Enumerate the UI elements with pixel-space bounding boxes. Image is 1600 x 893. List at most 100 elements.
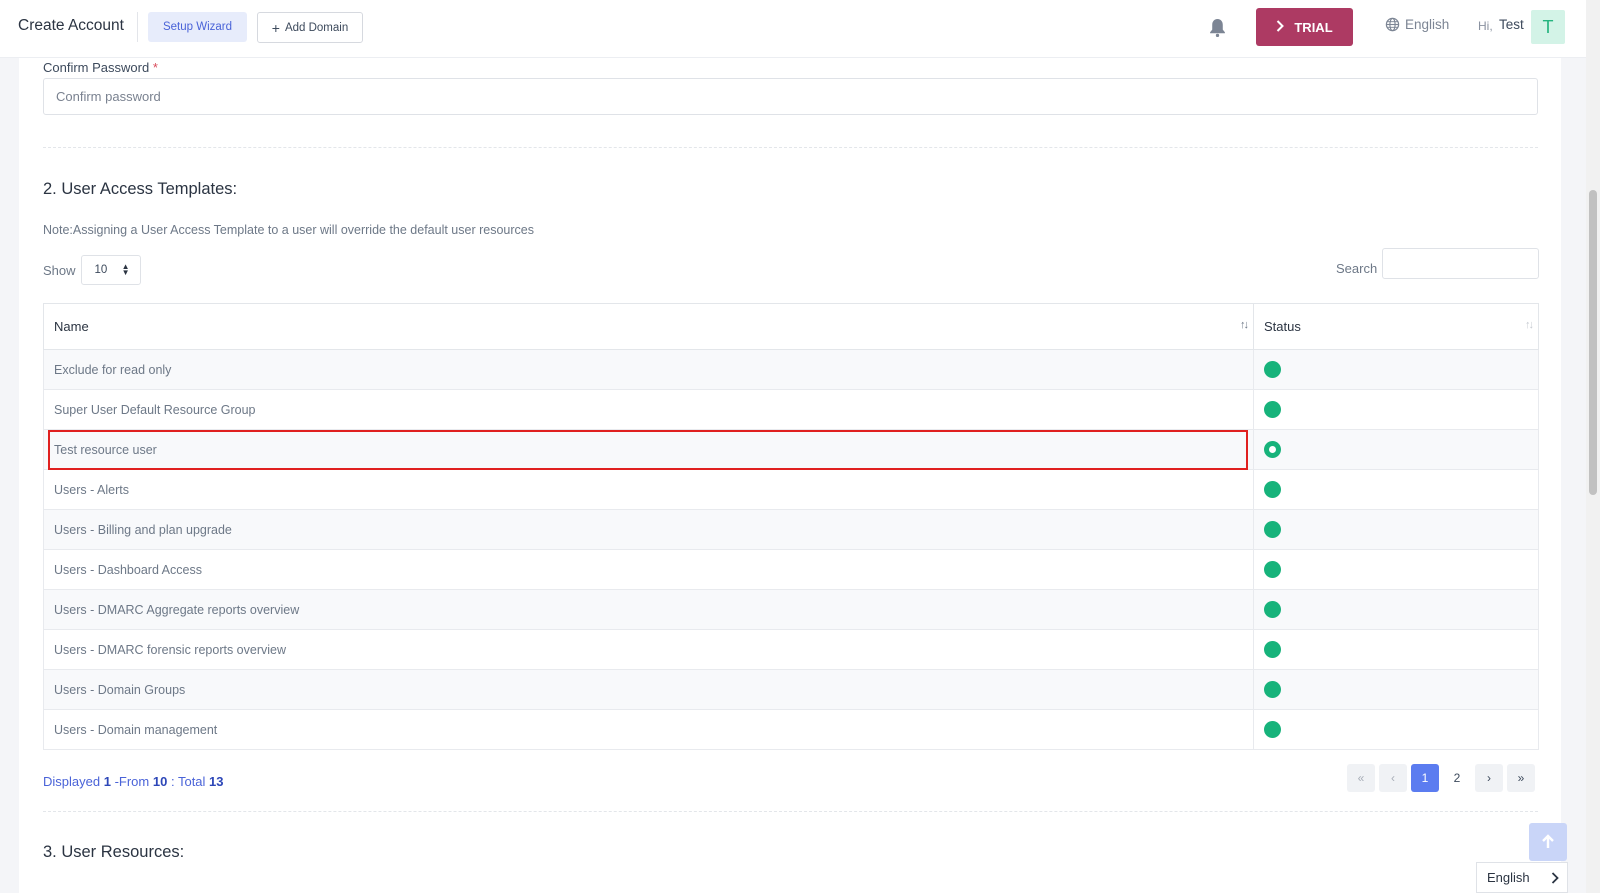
status-cell <box>1253 349 1539 390</box>
status-selected-icon[interactable] <box>1264 441 1281 458</box>
trial-button[interactable]: TRIAL <box>1256 8 1353 46</box>
status-cell <box>1253 469 1539 510</box>
status-active-icon[interactable] <box>1264 601 1281 618</box>
status-cell <box>1253 629 1539 670</box>
table-row[interactable]: Users - DMARC Aggregate reports overview <box>43 589 1539 630</box>
plus-icon: + <box>271 19 280 36</box>
column-header-name[interactable]: Name ↑↓ <box>43 303 1254 350</box>
top-bar: Create Account Setup Wizard + Add Domain… <box>0 0 1586 58</box>
setup-wizard-button[interactable]: Setup Wizard <box>148 12 247 42</box>
template-name: Users - DMARC Aggregate reports overview <box>43 589 1254 630</box>
page-button-1[interactable]: 1 <box>1411 764 1439 792</box>
sort-updown-icon: ▲ ▼ <box>121 262 130 277</box>
divider <box>137 12 138 42</box>
search-input[interactable] <box>1382 248 1539 279</box>
template-name: Users - Billing and plan upgrade <box>43 509 1254 550</box>
section-title-user-resources: 3. User Resources: <box>43 843 185 861</box>
template-name: Users - Domain management <box>43 709 1254 750</box>
table-row[interactable]: Users - DMARC forensic reports overview <box>43 629 1539 670</box>
template-name: Users - DMARC forensic reports overview <box>43 629 1254 670</box>
confirm-password-label: Confirm Password * <box>43 60 158 76</box>
scrollbar-thumb[interactable] <box>1589 190 1597 495</box>
scroll-to-top-button[interactable] <box>1529 823 1567 861</box>
template-name: Users - Domain Groups <box>43 669 1254 710</box>
main-card: Confirm Password * 2. User Access Templa… <box>19 58 1561 893</box>
displayed-summary: Displayed 1 -From 10 : Total 13 <box>43 774 224 789</box>
displayed-label: Displayed <box>43 774 101 789</box>
table-row[interactable]: Test resource user <box>43 429 1539 470</box>
template-name: Test resource user <box>43 429 1254 470</box>
chevron-right-icon <box>1276 19 1285 35</box>
trial-label: TRIAL <box>1294 19 1333 35</box>
table-row[interactable]: Users - Alerts <box>43 469 1539 510</box>
first-page-button[interactable]: « <box>1347 764 1375 792</box>
greeting: Hi, <box>1478 19 1493 33</box>
page-size-control: Show 10 ▲ ▼ <box>43 255 141 285</box>
status-active-icon[interactable] <box>1264 401 1281 418</box>
status-active-icon[interactable] <box>1264 561 1281 578</box>
displayed-to: 10 <box>152 774 168 789</box>
confirm-password-field[interactable] <box>43 78 1538 115</box>
column-header-status[interactable]: Status ↑↓ <box>1253 303 1539 350</box>
table-row[interactable]: Users - Domain management <box>43 709 1539 750</box>
confirm-password-label-text: Confirm Password <box>43 60 150 75</box>
template-name: Exclude for read only <box>43 349 1254 390</box>
table-row[interactable]: Users - Domain Groups <box>43 669 1539 710</box>
page-size-value: 10 <box>94 264 108 276</box>
status-active-icon[interactable] <box>1264 521 1281 538</box>
table-row[interactable]: Super User Default Resource Group <box>43 389 1539 430</box>
status-cell <box>1253 669 1539 710</box>
template-name: Users - Alerts <box>43 469 1254 510</box>
language-selector[interactable]: English <box>1385 17 1449 32</box>
template-name: Users - Dashboard Access <box>43 549 1254 590</box>
note-text: Note:Assigning a User Access Template to… <box>43 223 534 237</box>
displayed-from: 1 <box>103 774 111 789</box>
status-active-icon[interactable] <box>1264 481 1281 498</box>
next-page-button[interactable]: › <box>1475 764 1503 792</box>
status-active-icon[interactable] <box>1264 641 1281 658</box>
status-active-icon[interactable] <box>1264 361 1281 378</box>
scrollbar[interactable] <box>1586 0 1600 893</box>
table-row[interactable]: Users - Billing and plan upgrade <box>43 509 1539 550</box>
prev-page-button[interactable]: ‹ <box>1379 764 1407 792</box>
table-row[interactable]: Users - Dashboard Access <box>43 549 1539 590</box>
page-button-2[interactable]: 2 <box>1443 764 1471 792</box>
pagination: « ‹ 1 2 › » <box>1347 764 1535 792</box>
divider <box>43 147 1538 148</box>
status-cell <box>1253 509 1539 550</box>
footer-language-label: English <box>1487 870 1530 885</box>
divider <box>43 811 1538 812</box>
table-header-row: Name ↑↓ Status ↑↓ <box>43 303 1539 350</box>
avatar[interactable]: T <box>1531 10 1565 44</box>
globe-icon <box>1385 17 1400 32</box>
status-active-icon[interactable] <box>1264 721 1281 738</box>
search-label: Search <box>1336 261 1378 276</box>
user-name[interactable]: Test <box>1499 17 1524 32</box>
status-cell <box>1253 549 1539 590</box>
templates-table: Name ↑↓ Status ↑↓ Exclude for read only S… <box>43 303 1539 750</box>
page-size-select[interactable]: 10 ▲ ▼ <box>80 255 141 285</box>
add-domain-button[interactable]: + Add Domain <box>257 12 363 43</box>
column-header-name-label: Name <box>54 319 89 334</box>
table-row[interactable]: Exclude for read only <box>43 349 1539 390</box>
status-cell <box>1253 429 1539 470</box>
chevron-right-icon <box>1551 871 1559 884</box>
status-cell <box>1253 709 1539 750</box>
add-domain-label: Add Domain <box>284 21 349 34</box>
footer-language-selector[interactable]: English <box>1476 862 1568 893</box>
status-active-icon[interactable] <box>1264 681 1281 698</box>
status-cell <box>1253 589 1539 630</box>
column-header-status-label: Status <box>1264 319 1301 334</box>
status-cell <box>1253 389 1539 430</box>
required-mark: * <box>152 60 158 75</box>
arrow-up-icon <box>1542 834 1554 848</box>
from-label: -From <box>114 774 150 789</box>
total-label: : Total <box>170 774 206 789</box>
section-title-user-access-templates: 2. User Access Templates: <box>43 180 238 198</box>
bell-icon[interactable] <box>1209 18 1226 37</box>
displayed-total: 13 <box>209 774 224 789</box>
last-page-button[interactable]: » <box>1507 764 1535 792</box>
show-label: Show <box>43 262 76 278</box>
sort-icon: ↑↓ <box>1240 319 1249 331</box>
template-name: Super User Default Resource Group <box>43 389 1254 430</box>
